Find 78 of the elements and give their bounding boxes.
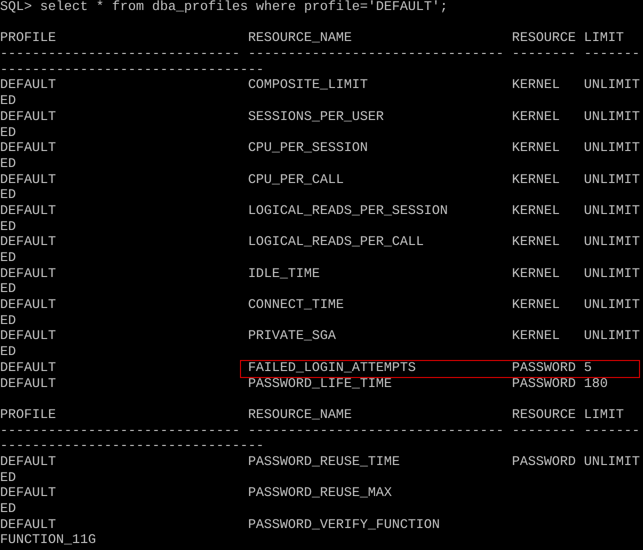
table-cell: KERNEL: [512, 204, 560, 219]
table-cell: PASSWORD: [512, 376, 576, 392]
table-cell: DEFAULT: [0, 235, 56, 250]
table-cell: DEFAULT: [0, 376, 56, 392]
table-cell: ED: [0, 220, 16, 236]
column-header: PROFILE: [0, 408, 56, 423]
table-cell: PASSWORD_VERIFY_FUNCTION: [248, 518, 440, 533]
table-cell: COMPOSITE_LIMIT: [248, 78, 368, 94]
table-cell: KERNEL: [512, 78, 560, 94]
table-cell: ED: [0, 470, 16, 486]
table-cell: FAILED_LOGIN_ATTEMPTS: [248, 360, 416, 376]
table-cell: ED: [0, 251, 16, 267]
sql-command: select * from dba_profiles where profile='DEFAULT';: [40, 0, 448, 15]
table-cell: UNLIMIT: [584, 78, 640, 94]
table-cell: KERNEL: [512, 235, 560, 250]
table-cell: UNLIMIT: [584, 141, 640, 156]
separator-line: ---------------------------------: [0, 62, 264, 78]
table-cell: DEFAULT: [0, 110, 56, 125]
column-header: RESOURCE_NAME: [248, 408, 352, 423]
table-cell: DEFAULT: [0, 266, 56, 282]
table-cell: KERNEL: [512, 266, 560, 282]
table-cell: ED: [0, 126, 16, 142]
table-cell: ED: [0, 282, 16, 298]
table-cell: DEFAULT: [0, 329, 56, 344]
table-cell: KERNEL: [512, 172, 560, 188]
table-cell: LOGICAL_READS_PER_CALL: [248, 235, 424, 250]
table-cell: SESSIONS_PER_USER: [248, 110, 384, 125]
table-cell: UNLIMIT: [584, 266, 640, 282]
table-cell: UNLIMIT: [584, 235, 640, 250]
separator-line: ------------------------------ -------------------------------- -------- -------: [0, 47, 640, 63]
table-cell: KERNEL: [512, 110, 560, 125]
table-cell: DEFAULT: [0, 360, 56, 376]
table-cell: ED: [0, 502, 16, 518]
column-header: LIMIT: [584, 31, 624, 46]
table-cell: KERNEL: [512, 141, 560, 156]
table-cell: CPU_PER_SESSION: [248, 141, 368, 156]
table-cell: DEFAULT: [0, 298, 56, 314]
table-cell: 5: [584, 360, 592, 376]
table-cell: PASSWORD_REUSE_MAX: [248, 486, 392, 502]
table-cell: DEFAULT: [0, 141, 56, 156]
table-cell: DEFAULT: [0, 486, 56, 502]
column-header: RESOURCE: [512, 31, 576, 46]
table-cell: DEFAULT: [0, 78, 56, 94]
table-cell: PASSWORD: [512, 454, 576, 470]
table-cell: FUNCTION_11G: [0, 533, 96, 550]
column-header: PROFILE: [0, 31, 56, 46]
table-cell: CPU_PER_CALL: [248, 172, 344, 188]
table-cell: UNLIMIT: [584, 454, 640, 470]
table-cell: IDLE_TIME: [248, 266, 320, 282]
table-cell: KERNEL: [512, 329, 560, 344]
table-cell: KERNEL: [512, 298, 560, 314]
table-cell: ED: [0, 314, 16, 330]
table-cell: DEFAULT: [0, 172, 56, 188]
table-cell: ED: [0, 156, 16, 173]
table-cell: PASSWORD_REUSE_TIME: [248, 454, 400, 470]
table-cell: UNLIMIT: [584, 204, 640, 219]
table-cell: DEFAULT: [0, 518, 56, 533]
separator-line: ------------------------------ -------------------------------- -------- -------: [0, 424, 640, 440]
table-cell: LOGICAL_READS_PER_SESSION: [248, 204, 448, 219]
table-cell: ED: [0, 345, 16, 361]
table-cell: PASSWORD_LIFE_TIME: [248, 376, 392, 392]
table-cell: CONNECT_TIME: [248, 298, 344, 314]
separator-line: ---------------------------------: [0, 439, 264, 455]
table-cell: DEFAULT: [0, 204, 56, 219]
table-cell: PASSWORD: [512, 360, 576, 376]
table-cell: UNLIMIT: [584, 110, 640, 125]
sql-prompt: SQL>: [0, 0, 32, 15]
table-cell: DEFAULT: [0, 454, 56, 470]
table-cell: 180: [584, 376, 608, 392]
table-cell: UNLIMIT: [584, 329, 640, 344]
column-header: RESOURCE_NAME: [248, 31, 352, 46]
table-cell: PRIVATE_SGA: [248, 329, 336, 344]
column-header: RESOURCE: [512, 408, 576, 423]
column-header: LIMIT: [584, 408, 624, 423]
table-cell: UNLIMIT: [584, 172, 640, 188]
table-cell: ED: [0, 188, 16, 204]
table-cell: UNLIMIT: [584, 298, 640, 314]
table-cell: ED: [0, 94, 16, 110]
